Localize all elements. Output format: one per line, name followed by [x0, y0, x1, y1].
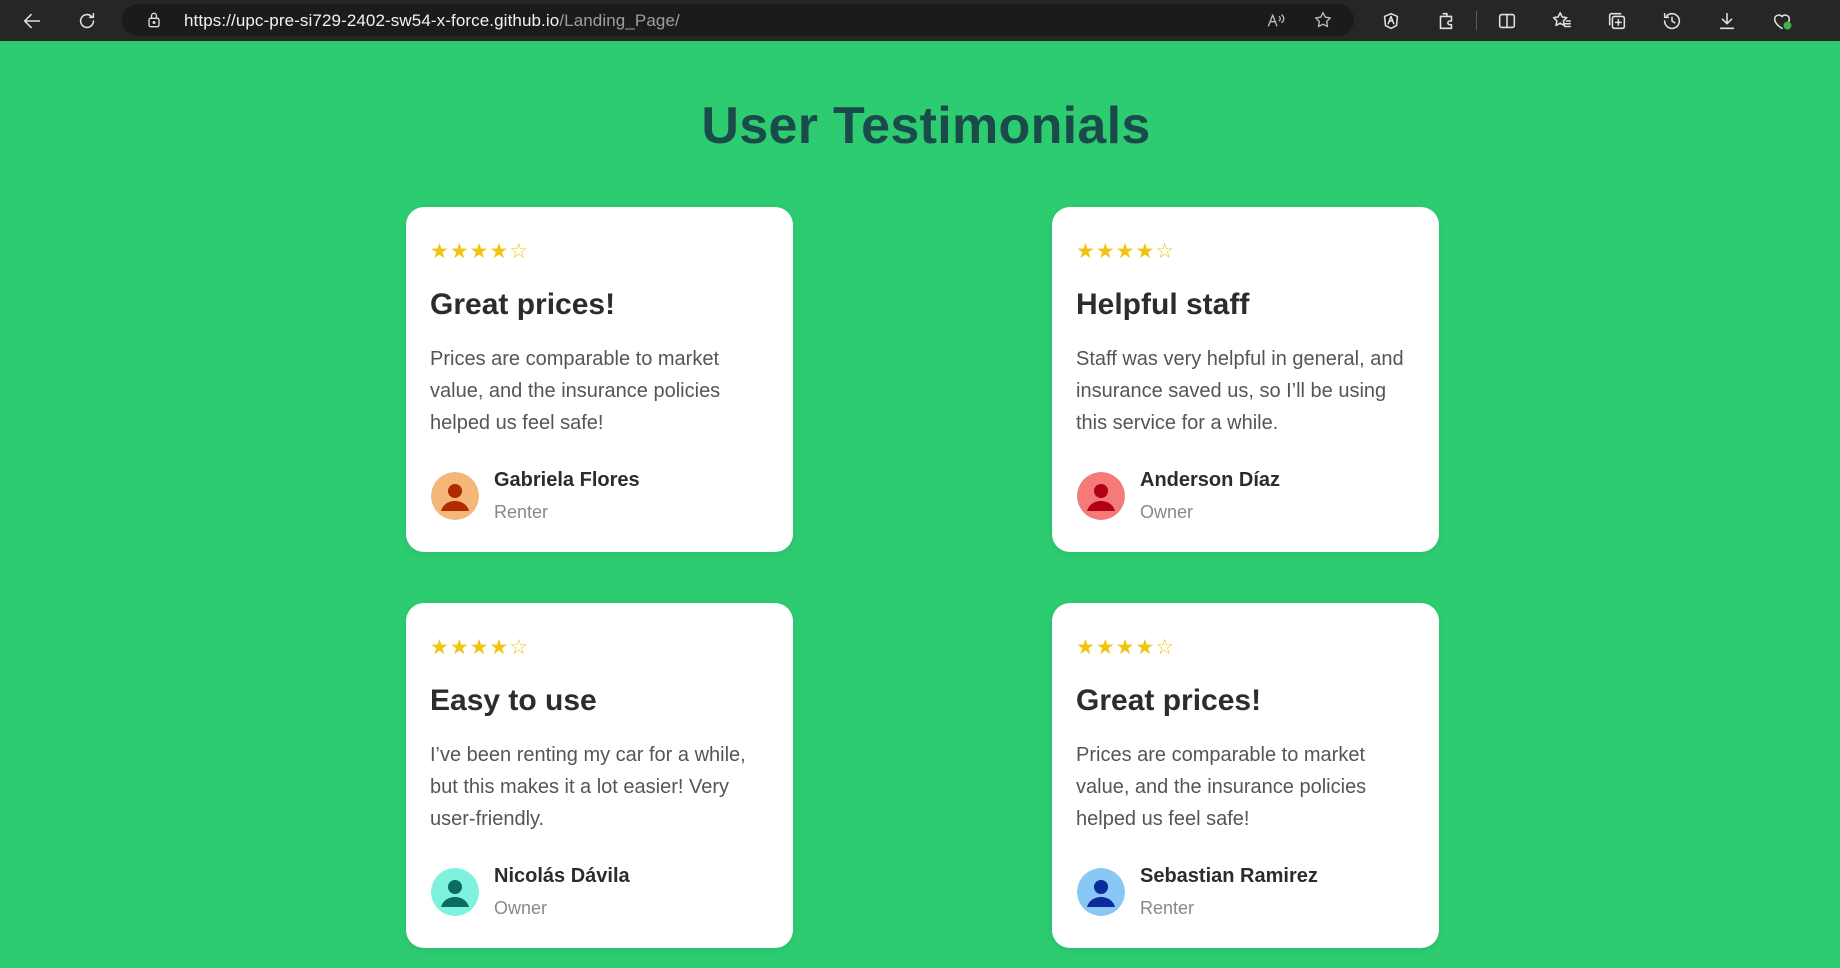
testimonial-title: Helpful staff [1076, 288, 1250, 321]
favorites-icon[interactable] [1548, 7, 1576, 35]
favorite-star-icon[interactable] [1313, 10, 1335, 32]
star-rating: ★★★★☆ [1076, 240, 1176, 263]
user-name: Sebastian Ramirez [1140, 865, 1318, 887]
back-icon[interactable] [18, 7, 46, 35]
star-rating: ★★★★☆ [1076, 636, 1176, 659]
testimonial-card: ★★★★☆ Easy to use I’ve been renting my c… [406, 603, 793, 948]
url-host: https://upc-pre-si729-2402-sw54-x-force.… [184, 11, 560, 30]
testimonial-card: ★★★★☆ Helpful staff Staff was very helpf… [1052, 207, 1439, 552]
testimonial-title: Easy to use [430, 684, 597, 717]
read-aloud-icon[interactable] [1266, 10, 1288, 32]
star-rating: ★★★★☆ [430, 636, 530, 659]
page-content: User Testimonials ★★★★☆ Great prices! Pr… [3, 45, 1840, 968]
url-text[interactable]: https://upc-pre-si729-2402-sw54-x-force.… [184, 11, 680, 31]
user-avatar-icon [1077, 868, 1125, 916]
user-name: Anderson Díaz [1140, 469, 1281, 491]
section-title: User Testimonials [701, 97, 1151, 155]
user-avatar-icon [431, 472, 479, 520]
extensions-icon[interactable] [1432, 7, 1460, 35]
testimonial-text: Prices are comparable to market value, a… [1076, 744, 1367, 830]
downloads-icon[interactable] [1713, 7, 1741, 35]
split-screen-icon[interactable] [1493, 7, 1521, 35]
url-path: /Landing_Page/ [559, 11, 680, 30]
user-role: Owner [1140, 502, 1194, 522]
star-rating: ★★★★☆ [430, 240, 530, 263]
user-role: Renter [1140, 898, 1195, 918]
testimonial-card: ★★★★☆ Great prices! Prices are comparabl… [1052, 603, 1439, 948]
user-name: Nicolás Dávila [494, 865, 630, 887]
lock-icon[interactable] [144, 10, 164, 30]
collections-icon[interactable] [1603, 7, 1631, 35]
browser-essentials-icon[interactable] [1768, 7, 1796, 35]
history-icon[interactable] [1658, 7, 1686, 35]
testimonial-text: Staff was very helpful in general, and i… [1076, 348, 1404, 434]
user-avatar-icon [1077, 472, 1125, 520]
user-name: Gabriela Flores [494, 469, 640, 491]
user-role: Renter [494, 502, 549, 522]
user-avatar-icon [431, 868, 479, 916]
testimonial-title: Great prices! [1076, 684, 1262, 717]
testimonial-card: ★★★★☆ Great prices! Prices are comparabl… [406, 207, 793, 552]
toolbar-separator [1476, 11, 1477, 30]
testimonial-title: Great prices! [430, 288, 616, 321]
browser-toolbar: https://upc-pre-si729-2402-sw54-x-force.… [0, 0, 1840, 41]
address-bar[interactable]: https://upc-pre-si729-2402-sw54-x-force.… [122, 4, 1354, 36]
refresh-icon[interactable] [73, 7, 101, 35]
extension-logo-icon[interactable] [1377, 7, 1405, 35]
testimonial-text: Prices are comparable to market value, a… [430, 348, 721, 434]
user-role: Owner [494, 898, 548, 918]
testimonial-text: I’ve been renting my car for a while, bu… [430, 744, 746, 830]
